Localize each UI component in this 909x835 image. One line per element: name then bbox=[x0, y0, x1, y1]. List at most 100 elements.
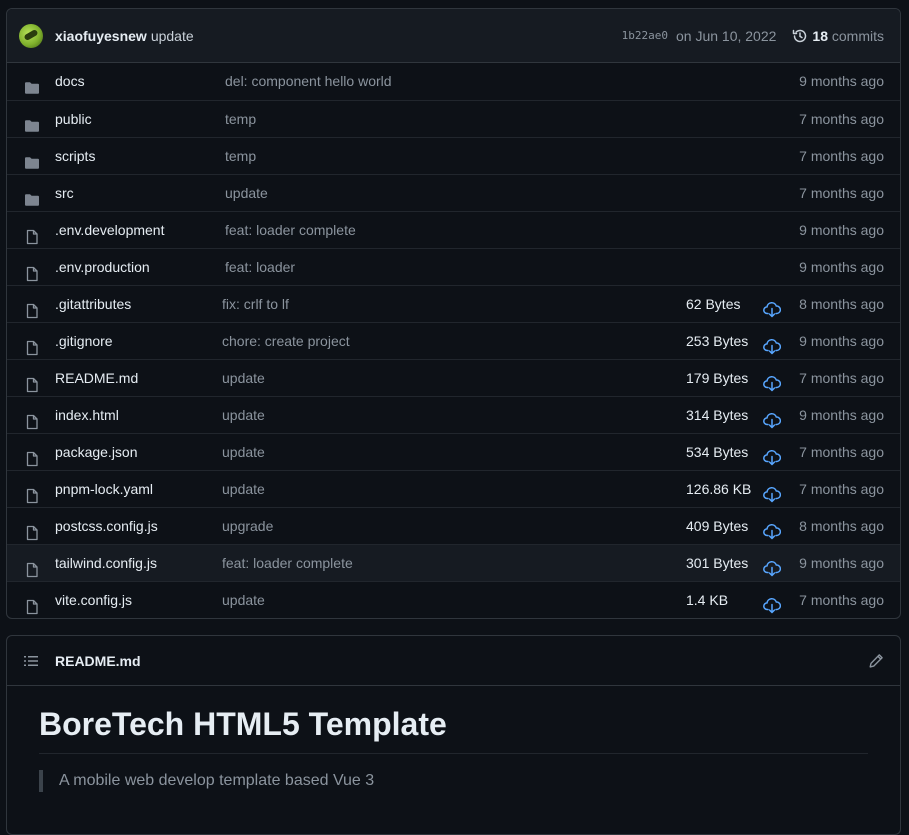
commit-message-link[interactable]: update bbox=[222, 582, 265, 618]
file-name-link[interactable]: README.md bbox=[55, 360, 138, 396]
cloud-download-icon[interactable] bbox=[763, 480, 782, 503]
history-icon bbox=[793, 29, 807, 42]
file-row[interactable]: src update 7 months ago bbox=[7, 174, 900, 211]
file-age: 7 months ago bbox=[799, 592, 884, 608]
commit-message-link[interactable]: upgrade bbox=[222, 508, 273, 544]
file-name-link[interactable]: scripts bbox=[55, 138, 95, 174]
commit-message-link[interactable]: feat: loader complete bbox=[225, 212, 356, 248]
file-name-link[interactable]: docs bbox=[55, 63, 85, 99]
file-name-link[interactable]: public bbox=[55, 101, 92, 137]
file-age: 9 months ago bbox=[799, 555, 884, 571]
readme-panel: README.md BoreTech HTML5 Template A mobi… bbox=[6, 635, 901, 835]
file-age: 7 months ago bbox=[799, 185, 884, 201]
file-name-link[interactable]: postcss.config.js bbox=[55, 508, 158, 544]
file-row[interactable]: scripts temp 7 months ago bbox=[7, 137, 900, 174]
file-row[interactable]: .env.production feat: loader 9 months ago bbox=[7, 248, 900, 285]
file-row[interactable]: .env.development feat: loader complete 9 m… bbox=[7, 211, 900, 248]
file-name-link[interactable]: vite.config.js bbox=[55, 582, 132, 618]
folder-icon bbox=[24, 148, 40, 169]
file-row[interactable]: postcss.config.js upgrade 409 Bytes 8 month… bbox=[7, 507, 900, 544]
file-icon bbox=[24, 259, 40, 282]
cloud-download-icon[interactable] bbox=[763, 443, 782, 466]
file-size: 409 Bytes bbox=[686, 518, 749, 534]
file-name-link[interactable]: .gitattributes bbox=[55, 286, 131, 322]
readme-filename-link[interactable]: README.md bbox=[55, 653, 141, 669]
file-icon bbox=[24, 518, 40, 541]
file-icon bbox=[24, 222, 40, 245]
file-row[interactable]: index.html update 314 Bytes 9 months ago bbox=[7, 396, 900, 433]
commit-message-link[interactable]: update bbox=[222, 434, 265, 470]
commit-message-link[interactable]: feat: loader bbox=[225, 249, 295, 285]
file-size: 62 Bytes bbox=[686, 296, 741, 312]
file-size: 1.4 KB bbox=[686, 592, 729, 608]
commit-sha-link[interactable]: 1b22ae0 bbox=[622, 29, 668, 42]
cloud-download-icon[interactable] bbox=[763, 554, 782, 577]
cloud-download-icon[interactable] bbox=[763, 332, 782, 355]
file-name-link[interactable]: src bbox=[55, 175, 74, 211]
readme-heading: BoreTech HTML5 Template bbox=[39, 704, 868, 754]
folder-icon bbox=[24, 111, 40, 132]
file-icon bbox=[24, 333, 40, 356]
file-icon bbox=[24, 296, 40, 319]
file-list: docs del: component hello world 9 months a… bbox=[7, 63, 900, 618]
file-age: 9 months ago bbox=[799, 259, 884, 275]
file-age: 7 months ago bbox=[799, 370, 884, 386]
commit-message-link[interactable]: update bbox=[222, 360, 265, 396]
file-row[interactable]: docs del: component hello world 9 months a… bbox=[7, 63, 900, 100]
commit-message-link[interactable]: temp bbox=[225, 138, 256, 174]
file-row[interactable]: public temp 7 months ago bbox=[7, 100, 900, 137]
cloud-download-icon[interactable] bbox=[763, 406, 782, 429]
file-row[interactable]: .gitattributes fix: crlf to lf 62 Bytes 8 m… bbox=[7, 285, 900, 322]
commit-author-link[interactable]: xiaofuyesnew bbox=[55, 28, 147, 44]
commit-message-link[interactable]: update bbox=[222, 471, 265, 507]
file-name-link[interactable]: .env.production bbox=[55, 249, 150, 285]
cloud-download-icon[interactable] bbox=[763, 295, 782, 318]
file-size: 126.86 KB bbox=[686, 481, 752, 497]
readme-content: BoreTech HTML5 Template A mobile web dev… bbox=[7, 686, 900, 792]
file-age: 9 months ago bbox=[799, 73, 884, 89]
file-name-link[interactable]: .gitignore bbox=[55, 323, 113, 359]
folder-icon bbox=[24, 73, 40, 94]
file-name-link[interactable]: index.html bbox=[55, 397, 119, 433]
file-age: 9 months ago bbox=[799, 407, 884, 423]
file-row[interactable]: pnpm-lock.yaml update 126.86 KB 7 months ag… bbox=[7, 470, 900, 507]
pencil-icon[interactable] bbox=[868, 653, 884, 669]
readme-header: README.md bbox=[7, 636, 900, 686]
file-age: 8 months ago bbox=[799, 518, 884, 534]
file-age: 8 months ago bbox=[799, 296, 884, 312]
file-size: 314 Bytes bbox=[686, 407, 749, 423]
commit-message-link[interactable]: update bbox=[225, 175, 268, 211]
folder-icon bbox=[24, 185, 40, 206]
file-row[interactable]: vite.config.js update 1.4 KB 7 months ago bbox=[7, 581, 900, 618]
file-row[interactable]: package.json update 534 Bytes 7 months ago bbox=[7, 433, 900, 470]
file-row[interactable]: .gitignore chore: create project 253 Bytes… bbox=[7, 322, 900, 359]
commit-message-link[interactable]: update bbox=[151, 28, 194, 44]
list-unordered-icon[interactable] bbox=[23, 653, 39, 669]
file-browser: xiaofuyesnew update 1b22ae0 on Jun 10, 2… bbox=[6, 8, 901, 619]
file-size: 179 Bytes bbox=[686, 370, 749, 386]
file-icon bbox=[24, 555, 40, 578]
file-icon bbox=[24, 592, 40, 615]
commit-message-link[interactable]: update bbox=[222, 397, 265, 433]
file-age: 7 months ago bbox=[799, 481, 884, 497]
file-name-link[interactable]: package.json bbox=[55, 434, 138, 470]
file-name-link[interactable]: .env.development bbox=[55, 212, 164, 248]
commit-message-link[interactable]: chore: create project bbox=[222, 323, 350, 359]
commit-message-link[interactable]: fix: crlf to lf bbox=[222, 286, 289, 322]
author-avatar[interactable] bbox=[19, 23, 43, 48]
cloud-download-icon[interactable] bbox=[763, 369, 782, 392]
file-age: 7 months ago bbox=[799, 444, 884, 460]
file-name-link[interactable]: tailwind.config.js bbox=[55, 545, 157, 581]
commit-message-link[interactable]: temp bbox=[225, 101, 256, 137]
file-size: 301 Bytes bbox=[686, 555, 749, 571]
commit-message-link[interactable]: feat: loader complete bbox=[222, 545, 353, 581]
file-row[interactable]: README.md update 179 Bytes 7 months ago bbox=[7, 359, 900, 396]
file-name-link[interactable]: pnpm-lock.yaml bbox=[55, 471, 153, 507]
cloud-download-icon[interactable] bbox=[763, 517, 782, 540]
file-row[interactable]: tailwind.config.js feat: loader complete 3… bbox=[7, 544, 900, 581]
cloud-download-icon[interactable] bbox=[763, 591, 782, 614]
commit-message-link[interactable]: del: component hello world bbox=[225, 63, 392, 99]
commits-link[interactable]: 18 commits bbox=[812, 28, 884, 44]
file-age: 9 months ago bbox=[799, 333, 884, 349]
file-icon bbox=[24, 444, 40, 467]
